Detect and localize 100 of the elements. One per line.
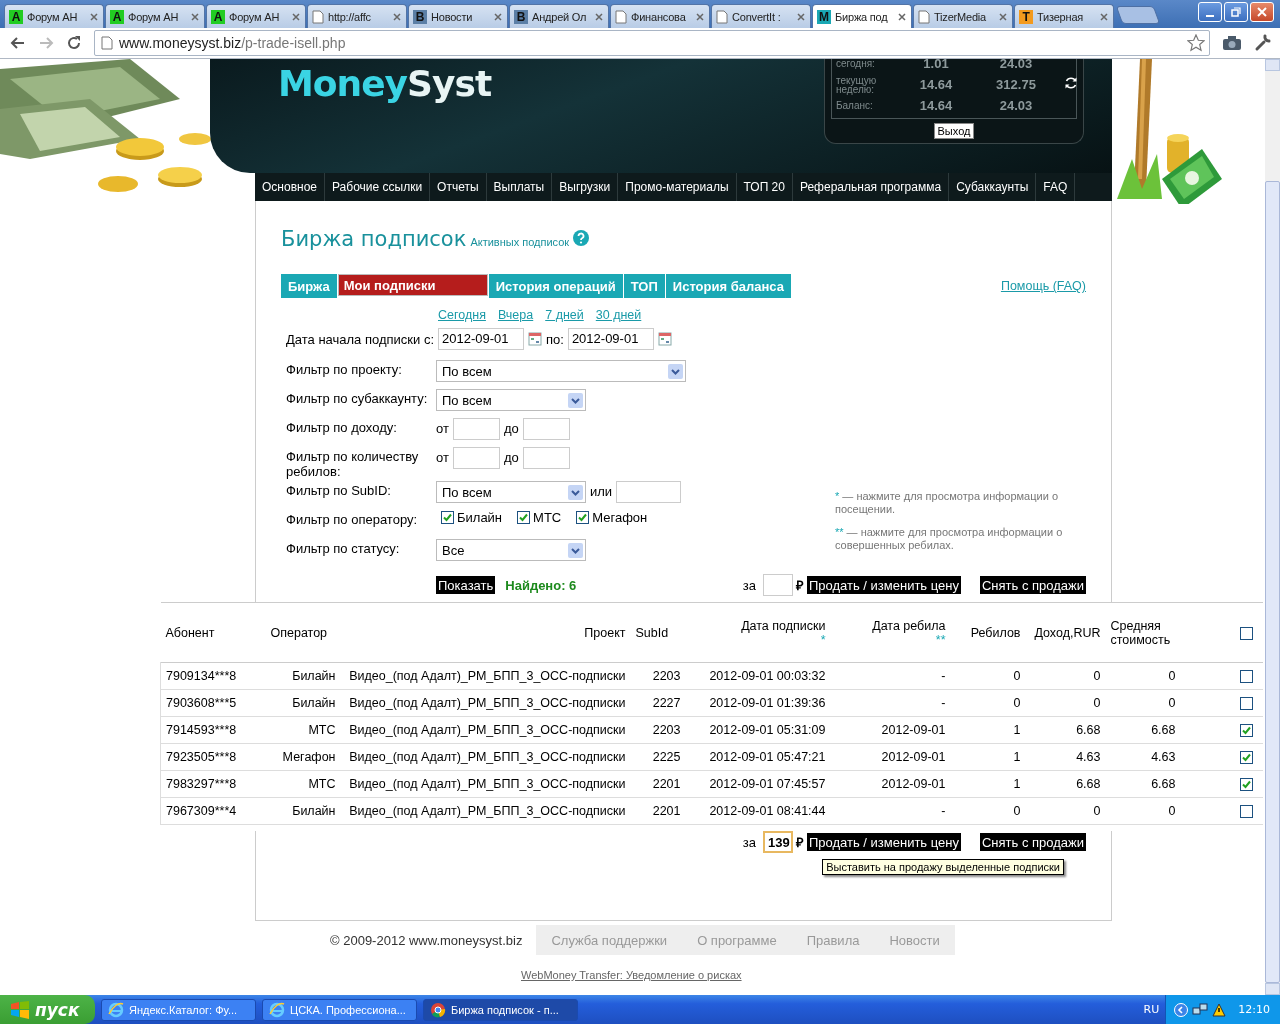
- star-icon[interactable]: [1187, 34, 1205, 52]
- nav-item[interactable]: FAQ: [1036, 173, 1076, 201]
- close-icon[interactable]: [898, 12, 906, 21]
- table-cell: 0: [1105, 689, 1181, 717]
- logout-button[interactable]: Выход: [933, 123, 975, 139]
- address-field[interactable]: www.moneysyst.biz/p-trade-isell.php: [94, 30, 1210, 56]
- subtitle-link[interactable]: Активных подписок: [470, 236, 570, 248]
- page-tab[interactable]: Мои подписки: [337, 274, 488, 296]
- close-icon: [1257, 7, 1267, 17]
- browser-tab[interactable]: В Новости: [408, 4, 508, 28]
- dropdown[interactable]: По всем: [436, 360, 686, 382]
- wrench-icon[interactable]: [1254, 34, 1272, 52]
- browser-tab[interactable]: ConvertIt :: [711, 4, 811, 28]
- calendar-icon[interactable]: [528, 332, 542, 346]
- warning-icon[interactable]: [1212, 1002, 1227, 1017]
- new-tab-button[interactable]: [1115, 6, 1161, 24]
- nav-item[interactable]: Субаккаунты: [949, 173, 1037, 201]
- nav-item[interactable]: Выгрузки: [552, 173, 619, 201]
- browser-tab[interactable]: A Форум АН: [4, 4, 104, 28]
- close-icon[interactable]: [1100, 12, 1108, 21]
- table-cell: 7903608***5: [160, 689, 266, 717]
- browser-tab[interactable]: http://affc: [307, 4, 407, 28]
- input-field[interactable]: [522, 447, 570, 469]
- remove-button[interactable]: Снять с продажи: [979, 833, 1086, 851]
- input-field[interactable]: [616, 481, 682, 503]
- caret-icon: [568, 542, 583, 558]
- maximize-button[interactable]: [1224, 2, 1248, 22]
- nav-item[interactable]: Основное: [255, 173, 325, 201]
- sell-button[interactable]: Продать / изменить цену: [806, 833, 961, 851]
- close-icon[interactable]: [494, 12, 502, 21]
- field-label: до: [503, 449, 519, 467]
- checkbox[interactable]: [441, 511, 454, 524]
- checkbox-label[interactable]: Билайн: [457, 510, 503, 525]
- checkbox-label[interactable]: МТС: [533, 510, 562, 525]
- checkbox[interactable]: [1239, 805, 1253, 819]
- browser-tab[interactable]: В Андрей Ол: [509, 4, 609, 28]
- checkbox[interactable]: [1239, 670, 1253, 684]
- input-field[interactable]: [522, 418, 570, 440]
- checkbox[interactable]: [1239, 778, 1253, 792]
- remove-button[interactable]: Снять с продажи: [979, 576, 1086, 594]
- nav-item[interactable]: Выплаты: [486, 173, 553, 201]
- show-button[interactable]: Показать: [436, 576, 496, 594]
- browser-tab[interactable]: TizerMedia: [913, 4, 1013, 28]
- checkbox-label[interactable]: Мегафон: [592, 510, 648, 525]
- taskbar-button[interactable]: Биржа подписок - п...: [423, 998, 578, 1021]
- price-field[interactable]: [762, 574, 793, 596]
- date-field[interactable]: 2012-09-01: [567, 328, 654, 350]
- dropdown[interactable]: По всем: [436, 481, 586, 503]
- close-icon[interactable]: [797, 12, 805, 21]
- nav-item[interactable]: Реферальная программа: [792, 173, 950, 201]
- calendar-icon[interactable]: [657, 332, 672, 346]
- refresh-icon[interactable]: [1064, 76, 1078, 90]
- table-cell: 0: [1105, 662, 1181, 690]
- nav-item[interactable]: Промо-материалы: [618, 173, 737, 201]
- site-logo[interactable]: MoneySyst: [278, 63, 492, 103]
- taskbar-button[interactable]: Яндекс.Каталог: Фу...: [101, 998, 256, 1021]
- close-window-button[interactable]: [1250, 2, 1274, 22]
- language-indicator[interactable]: RU: [1143, 1003, 1160, 1016]
- table-cell: МТС: [265, 716, 341, 744]
- nav-item[interactable]: Рабочие ссылки: [325, 173, 431, 201]
- close-icon[interactable]: [191, 12, 199, 21]
- date-field[interactable]: 2012-09-01: [438, 328, 524, 350]
- notice-link[interactable]: WebMoney Transfer: Уведомление о рисках: [521, 969, 742, 981]
- checkbox[interactable]: [517, 511, 531, 524]
- taskbar-button[interactable]: ЦСКА. Профессиона...: [262, 998, 417, 1021]
- close-icon[interactable]: [292, 12, 300, 21]
- checkbox[interactable]: [1239, 724, 1253, 738]
- dropdown[interactable]: Все: [436, 539, 586, 561]
- close-icon[interactable]: [595, 12, 603, 21]
- browser-tab[interactable]: M Биржа под: [812, 4, 912, 28]
- input-field[interactable]: [452, 447, 500, 469]
- checkbox[interactable]: [1239, 751, 1253, 765]
- chevron-icon[interactable]: [1174, 1002, 1189, 1017]
- network-icon[interactable]: [1192, 1002, 1209, 1017]
- table-cell: 2012-09-01: [830, 716, 951, 744]
- close-icon[interactable]: [90, 12, 98, 21]
- back-icon[interactable]: [10, 35, 26, 51]
- reload-icon[interactable]: [66, 35, 82, 51]
- help-icon[interactable]: [573, 230, 590, 246]
- checkbox[interactable]: [1239, 697, 1253, 711]
- browser-tab[interactable]: T Тизерная: [1014, 4, 1114, 28]
- checkbox[interactable]: [576, 511, 590, 524]
- camera-icon[interactable]: [1222, 35, 1242, 51]
- browser-tab[interactable]: A Форум АН: [105, 4, 205, 28]
- close-icon[interactable]: [696, 12, 704, 21]
- minimize-button[interactable]: [1198, 2, 1222, 22]
- browser-tab[interactable]: Финансова: [610, 4, 710, 28]
- date-preset-link[interactable]: 30 дней: [595, 308, 642, 322]
- dropdown[interactable]: По всем: [436, 389, 586, 411]
- price-field[interactable]: 139: [762, 831, 793, 853]
- table-cell: 6.68: [1105, 770, 1181, 798]
- sell-button[interactable]: Продать / изменить цену: [806, 576, 961, 594]
- nav-item[interactable]: Отчеты: [430, 173, 487, 201]
- browser-tab[interactable]: A Форум АН: [206, 4, 306, 28]
- close-icon[interactable]: [999, 12, 1007, 21]
- field-label: Фильтр по доходу:: [286, 419, 398, 437]
- nav-item[interactable]: ТОП 20: [736, 173, 793, 201]
- close-icon[interactable]: [393, 12, 401, 21]
- checkbox[interactable]: [1239, 626, 1253, 640]
- input-field[interactable]: [452, 418, 500, 440]
